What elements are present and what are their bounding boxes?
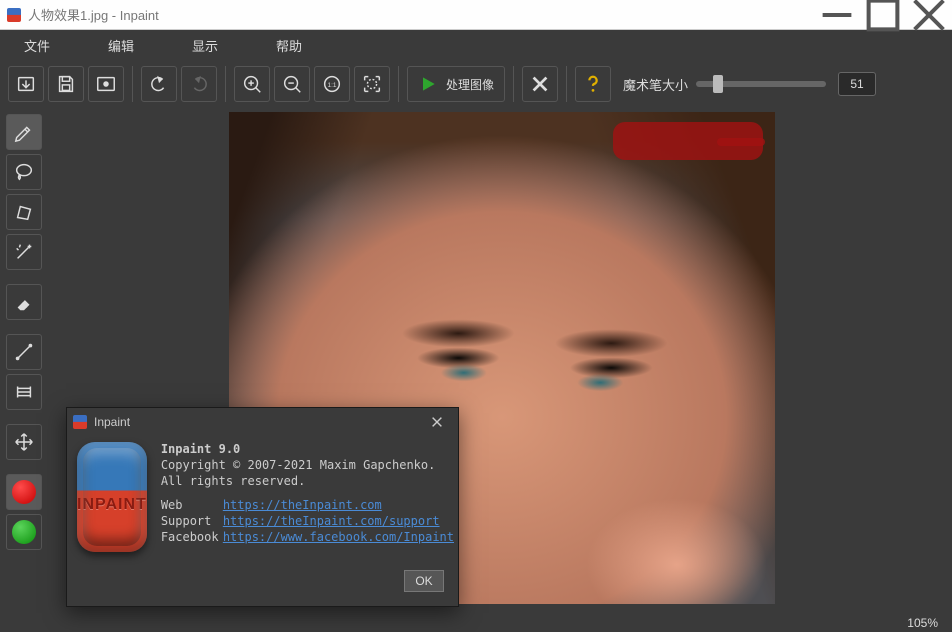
about-support-link[interactable]: https://theInpaint.com/support	[223, 514, 440, 528]
move-tool[interactable]	[6, 424, 42, 460]
zoom-in-button[interactable]	[234, 66, 270, 102]
undo-button[interactable]	[141, 66, 177, 102]
menu-view[interactable]: 显示	[178, 30, 232, 60]
tool-sidebar	[0, 108, 52, 613]
brush-size-input[interactable]	[838, 72, 876, 96]
menu-file[interactable]: 文件	[10, 30, 64, 60]
zoom-actual-button[interactable]: 1:1	[314, 66, 350, 102]
magic-wand-tool[interactable]	[6, 234, 42, 270]
zoom-level: 105%	[907, 616, 938, 630]
close-button[interactable]	[906, 0, 952, 29]
about-ok-button[interactable]: OK	[404, 570, 444, 592]
window-title: 人物效果1.jpg - Inpaint	[28, 5, 814, 24]
red-mask-mark	[613, 122, 763, 160]
process-button[interactable]: 处理图像	[407, 66, 505, 102]
about-facebook-link[interactable]: https://www.facebook.com/Inpaint	[223, 530, 454, 544]
donor-area-tool[interactable]	[6, 374, 42, 410]
about-web-link[interactable]: https://theInpaint.com	[223, 498, 382, 512]
green-mask-toggle[interactable]	[6, 514, 42, 550]
brush-size-slider[interactable]	[696, 81, 826, 87]
about-logo: INPAINT	[77, 442, 147, 552]
slider-thumb[interactable]	[713, 75, 723, 93]
about-support-label: Support	[161, 514, 223, 528]
about-text: Inpaint 9.0 Copyright © 2007-2021 Maxim …	[161, 442, 454, 562]
about-web-label: Web	[161, 498, 223, 512]
process-label: 处理图像	[446, 76, 494, 93]
menu-bar: 文件 编辑 显示 帮助	[0, 30, 952, 60]
eraser-tool[interactable]	[6, 284, 42, 320]
about-close-button[interactable]	[422, 411, 452, 433]
zoom-out-button[interactable]	[274, 66, 310, 102]
about-copyright: Copyright © 2007-2021 Maxim Gapchenko.	[161, 458, 454, 472]
about-facebook-label: Facebook	[161, 530, 223, 544]
app-icon	[7, 8, 21, 22]
about-titlebar[interactable]: Inpaint	[67, 408, 458, 436]
play-icon	[418, 74, 438, 94]
toolbar: 1:1 处理图像 魔术笔大小	[0, 60, 952, 108]
about-app-icon	[73, 415, 87, 429]
about-logo-text: INPAINT	[77, 496, 147, 514]
brush-size-label: 魔术笔大小	[623, 75, 688, 94]
polygon-tool[interactable]	[6, 194, 42, 230]
svg-text:1:1: 1:1	[328, 82, 337, 89]
about-dialog: Inpaint INPAINT Inpaint 9.0 Copyright © …	[66, 407, 459, 607]
marker-tool[interactable]	[6, 114, 42, 150]
window-controls	[814, 0, 952, 29]
help-button[interactable]	[575, 66, 611, 102]
about-rights: All rights reserved.	[161, 474, 454, 488]
about-heading: Inpaint 9.0	[161, 442, 454, 456]
preview-button[interactable]	[88, 66, 124, 102]
clear-selection-button[interactable]	[522, 66, 558, 102]
minimize-button[interactable]	[814, 0, 860, 29]
maximize-button[interactable]	[860, 0, 906, 29]
red-mask-toggle[interactable]	[6, 474, 42, 510]
about-title: Inpaint	[94, 415, 422, 429]
lasso-tool[interactable]	[6, 154, 42, 190]
redo-button[interactable]	[181, 66, 217, 102]
status-bar: 105%	[0, 613, 952, 632]
line-tool[interactable]	[6, 334, 42, 370]
menu-edit[interactable]: 编辑	[94, 30, 148, 60]
about-footer: OK	[67, 570, 458, 600]
menu-help[interactable]: 帮助	[262, 30, 316, 60]
open-button[interactable]	[8, 66, 44, 102]
zoom-fit-button[interactable]	[354, 66, 390, 102]
title-bar: 人物效果1.jpg - Inpaint	[0, 0, 952, 30]
save-button[interactable]	[48, 66, 84, 102]
about-body: INPAINT Inpaint 9.0 Copyright © 2007-202…	[67, 436, 458, 570]
